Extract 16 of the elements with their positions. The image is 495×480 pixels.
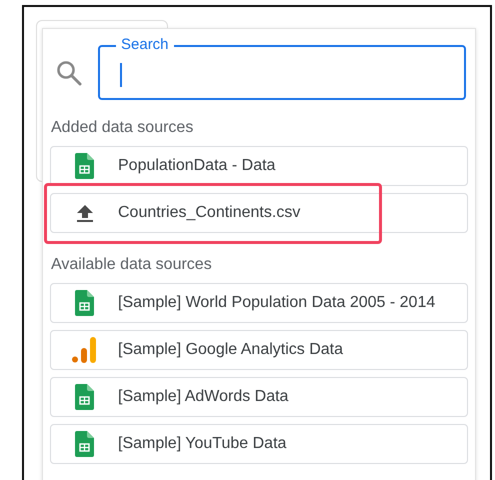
data-source-item[interactable]: [Sample] Google Analytics Data <box>50 330 468 370</box>
data-source-item[interactable]: Countries_Continents.csv <box>50 193 468 233</box>
data-source-item[interactable]: [Sample] YouTube Data <box>50 424 468 464</box>
section-heading: Available data sources <box>51 256 213 274</box>
bar-chart-icon <box>72 337 97 363</box>
spreadsheet-icon <box>75 384 94 410</box>
data-source-item[interactable]: [Sample] World Population Data 2005 - 2014 <box>50 283 468 323</box>
data-source-item[interactable]: [Sample] AdWords Data <box>50 377 468 417</box>
text-cursor <box>120 63 122 87</box>
upload-icon <box>76 204 94 222</box>
spreadsheet-icon <box>75 290 94 316</box>
spreadsheet-icon <box>75 153 94 179</box>
data-source-item[interactable]: PopulationData - Data <box>50 146 468 186</box>
spreadsheet-icon <box>75 431 94 457</box>
section-heading: Added data sources <box>51 119 194 137</box>
search-icon <box>56 60 82 86</box>
